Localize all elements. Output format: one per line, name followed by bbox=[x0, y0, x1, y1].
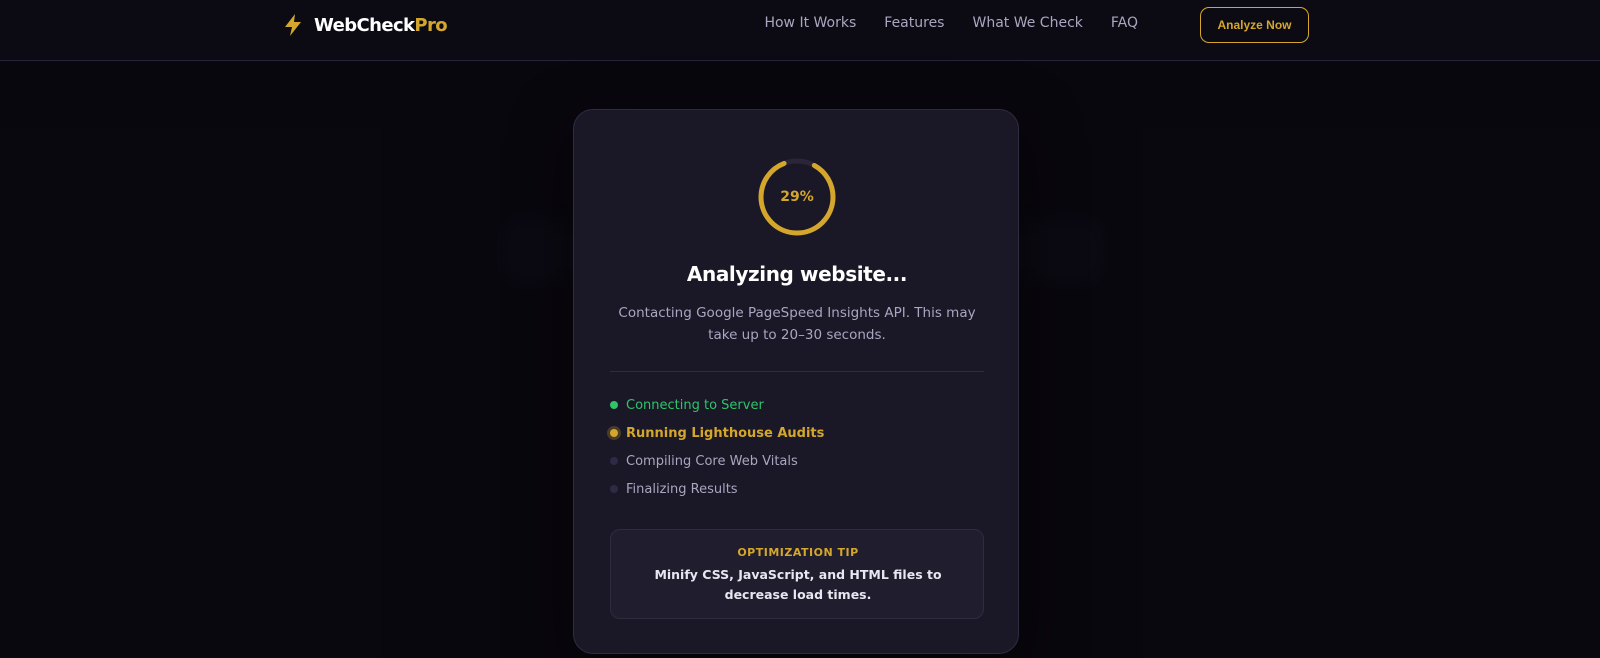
progress-percent: 29% bbox=[780, 189, 814, 205]
top-navbar: WebCheckPro How It Works Features What W… bbox=[0, 0, 1600, 61]
step-item: Compiling Core Web Vitals bbox=[610, 447, 984, 475]
loader-subtitle: Contacting Google PageSpeed Insights API… bbox=[618, 305, 976, 343]
brand-name: WebCheckPro bbox=[314, 14, 448, 36]
step-status-dot bbox=[610, 401, 618, 409]
nav-link-what-we-check[interactable]: What We Check bbox=[972, 15, 1082, 31]
brand-logo[interactable]: WebCheckPro bbox=[282, 13, 448, 37]
nav-link-features[interactable]: Features bbox=[884, 15, 944, 31]
step-status-dot bbox=[610, 485, 618, 493]
nav-links: How It Works Features What We Check FAQ bbox=[764, 15, 1138, 31]
analysis-progress-modal: 29% Analyzing website... Contacting Goog… bbox=[573, 109, 1019, 654]
loader-title: Analyzing website... bbox=[686, 262, 908, 286]
nav-link-faq[interactable]: FAQ bbox=[1111, 15, 1138, 31]
step-label: Compiling Core Web Vitals bbox=[626, 453, 798, 469]
step-label: Connecting to Server bbox=[626, 397, 764, 413]
progress-steps: Connecting to Server Running Lighthouse … bbox=[610, 391, 984, 503]
step-label: Running Lighthouse Audits bbox=[626, 425, 825, 441]
step-item: Connecting to Server bbox=[610, 391, 984, 419]
step-item: Running Lighthouse Audits bbox=[610, 419, 984, 447]
divider bbox=[610, 371, 984, 372]
step-status-dot bbox=[610, 429, 618, 437]
nav-link-how-it-works[interactable]: How It Works bbox=[764, 15, 856, 31]
step-label: Finalizing Results bbox=[626, 481, 738, 497]
tip-heading: OPTIMIZATION TIP bbox=[737, 546, 859, 559]
tip-text: Minify CSS, JavaScript, and HTML files t… bbox=[654, 567, 942, 602]
optimization-tip-box: OPTIMIZATION TIP Minify CSS, JavaScript,… bbox=[610, 529, 984, 619]
step-status-dot bbox=[610, 457, 618, 465]
analyze-now-button[interactable]: Analyze Now bbox=[1200, 7, 1309, 43]
lightning-bolt-icon bbox=[285, 14, 301, 36]
step-item: Finalizing Results bbox=[610, 475, 984, 503]
brand-name-accent: Pro bbox=[414, 14, 448, 36]
